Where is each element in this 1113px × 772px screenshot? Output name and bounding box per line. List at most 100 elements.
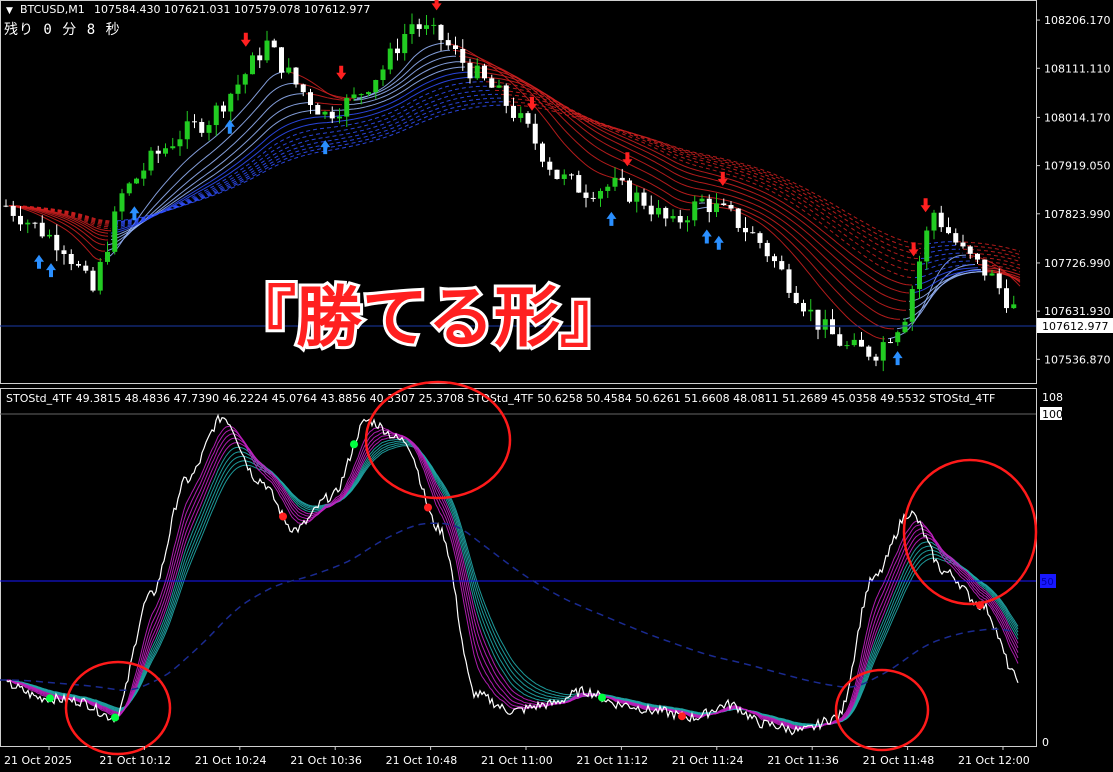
green-dot — [350, 440, 358, 449]
candle-body — [866, 346, 872, 357]
candle-body — [184, 121, 190, 140]
candle-body — [213, 105, 219, 126]
candle-body — [170, 146, 176, 149]
price-tick-label: 107631.930 — [1044, 305, 1110, 318]
candle-body — [322, 111, 328, 115]
candle-body — [206, 125, 212, 133]
candle-body — [76, 264, 81, 266]
candle-body — [18, 215, 23, 225]
candle-body — [148, 150, 154, 171]
candle-body — [989, 273, 995, 276]
green-dot — [46, 694, 54, 703]
candle-body — [192, 121, 197, 123]
candle-body — [953, 233, 959, 243]
candle-body — [61, 250, 67, 254]
candle-body — [47, 234, 52, 237]
chart-menu-arrow-icon[interactable]: ▼ — [6, 6, 13, 16]
candle-body — [786, 269, 792, 293]
candle-body — [424, 25, 429, 29]
candle-body — [764, 242, 770, 257]
candle-body — [3, 205, 9, 207]
price-tick-label: 108206.170 — [1044, 14, 1110, 27]
candle-body — [431, 24, 437, 26]
candle-body — [518, 113, 524, 118]
current-price-label: 107612.977 — [1042, 320, 1108, 333]
candle-body — [525, 113, 531, 124]
candle-body — [409, 24, 415, 35]
candle-body — [155, 150, 161, 154]
level-50-label: 50 — [1041, 577, 1054, 588]
candle-body — [300, 84, 306, 93]
price-tick-label: 107823.990 — [1044, 208, 1110, 221]
candle-body — [583, 192, 589, 198]
candle-body — [54, 234, 60, 251]
candle-body — [967, 246, 973, 254]
candle-body — [779, 261, 785, 270]
candle-body — [619, 177, 625, 181]
candle-body — [735, 208, 741, 228]
candle-body — [677, 216, 683, 223]
candle-body — [801, 302, 806, 312]
candle-body — [511, 105, 516, 118]
candle-body — [663, 207, 669, 219]
candle-body — [416, 24, 422, 29]
price-tick-label: 108111.110 — [1044, 62, 1110, 75]
scale-bottom-label: 0 — [1042, 736, 1049, 749]
candle-body — [714, 203, 719, 213]
time-tick-label: 21 Oct 11:00 — [481, 754, 553, 767]
red-dot — [279, 512, 287, 521]
candle-body — [576, 175, 582, 193]
candle-body — [728, 205, 734, 209]
price-tick-label: 108014.170 — [1044, 111, 1110, 124]
candle-body — [177, 139, 183, 147]
candle-body — [373, 80, 379, 93]
candle-body — [119, 193, 125, 212]
symbol-timeframe: BTCUSD,M1 — [20, 3, 85, 16]
candle-body — [264, 40, 270, 61]
time-tick-label: 21 Oct 11:48 — [863, 754, 935, 767]
candle-body — [924, 230, 930, 262]
candle-body — [917, 261, 922, 290]
candle-body — [221, 105, 226, 112]
candle-body — [112, 211, 118, 252]
candle-body — [329, 111, 335, 119]
overlay-title: 『勝てる形』 — [230, 279, 626, 356]
candle-body — [402, 34, 408, 54]
candle-body — [706, 198, 712, 213]
candle-body — [685, 220, 690, 223]
candle-body — [279, 47, 284, 73]
price-tick-label: 107919.050 — [1044, 160, 1110, 173]
candle-body — [648, 205, 654, 215]
candle-body — [532, 123, 538, 144]
candle-body — [242, 74, 248, 85]
candle-body — [344, 98, 350, 117]
candle-body — [909, 289, 915, 322]
candle-body — [822, 319, 828, 330]
candle-body — [692, 201, 698, 221]
candle-body — [902, 321, 908, 333]
time-tick-label: 21 Oct 10:12 — [99, 754, 171, 767]
scale-top-label: 108 — [1042, 391, 1063, 404]
candle-body — [837, 334, 843, 346]
bar-timer: 残り 0 分 8 秒 — [4, 22, 121, 38]
candle-body — [90, 270, 96, 291]
candle-body — [228, 93, 234, 112]
candle-body — [271, 40, 277, 48]
candle-body — [808, 309, 814, 312]
candle-body — [380, 69, 386, 81]
candle-body — [235, 84, 241, 94]
candle-body — [308, 92, 313, 106]
candle-body — [25, 222, 31, 225]
trading-chart[interactable]: 108206.170 108111.110 108014.170 107919.050… — [0, 0, 1113, 772]
candle-body — [32, 222, 38, 224]
candle-body — [634, 192, 640, 202]
candle-body — [772, 256, 777, 262]
candle-body — [750, 232, 756, 234]
candle-body — [960, 242, 966, 247]
time-tick-label: 21 Oct 11:24 — [672, 754, 744, 767]
candle-body — [547, 161, 553, 170]
candle-body — [793, 292, 799, 303]
candle-body — [895, 332, 901, 343]
candle-body — [859, 339, 864, 347]
candle-body — [257, 55, 263, 61]
